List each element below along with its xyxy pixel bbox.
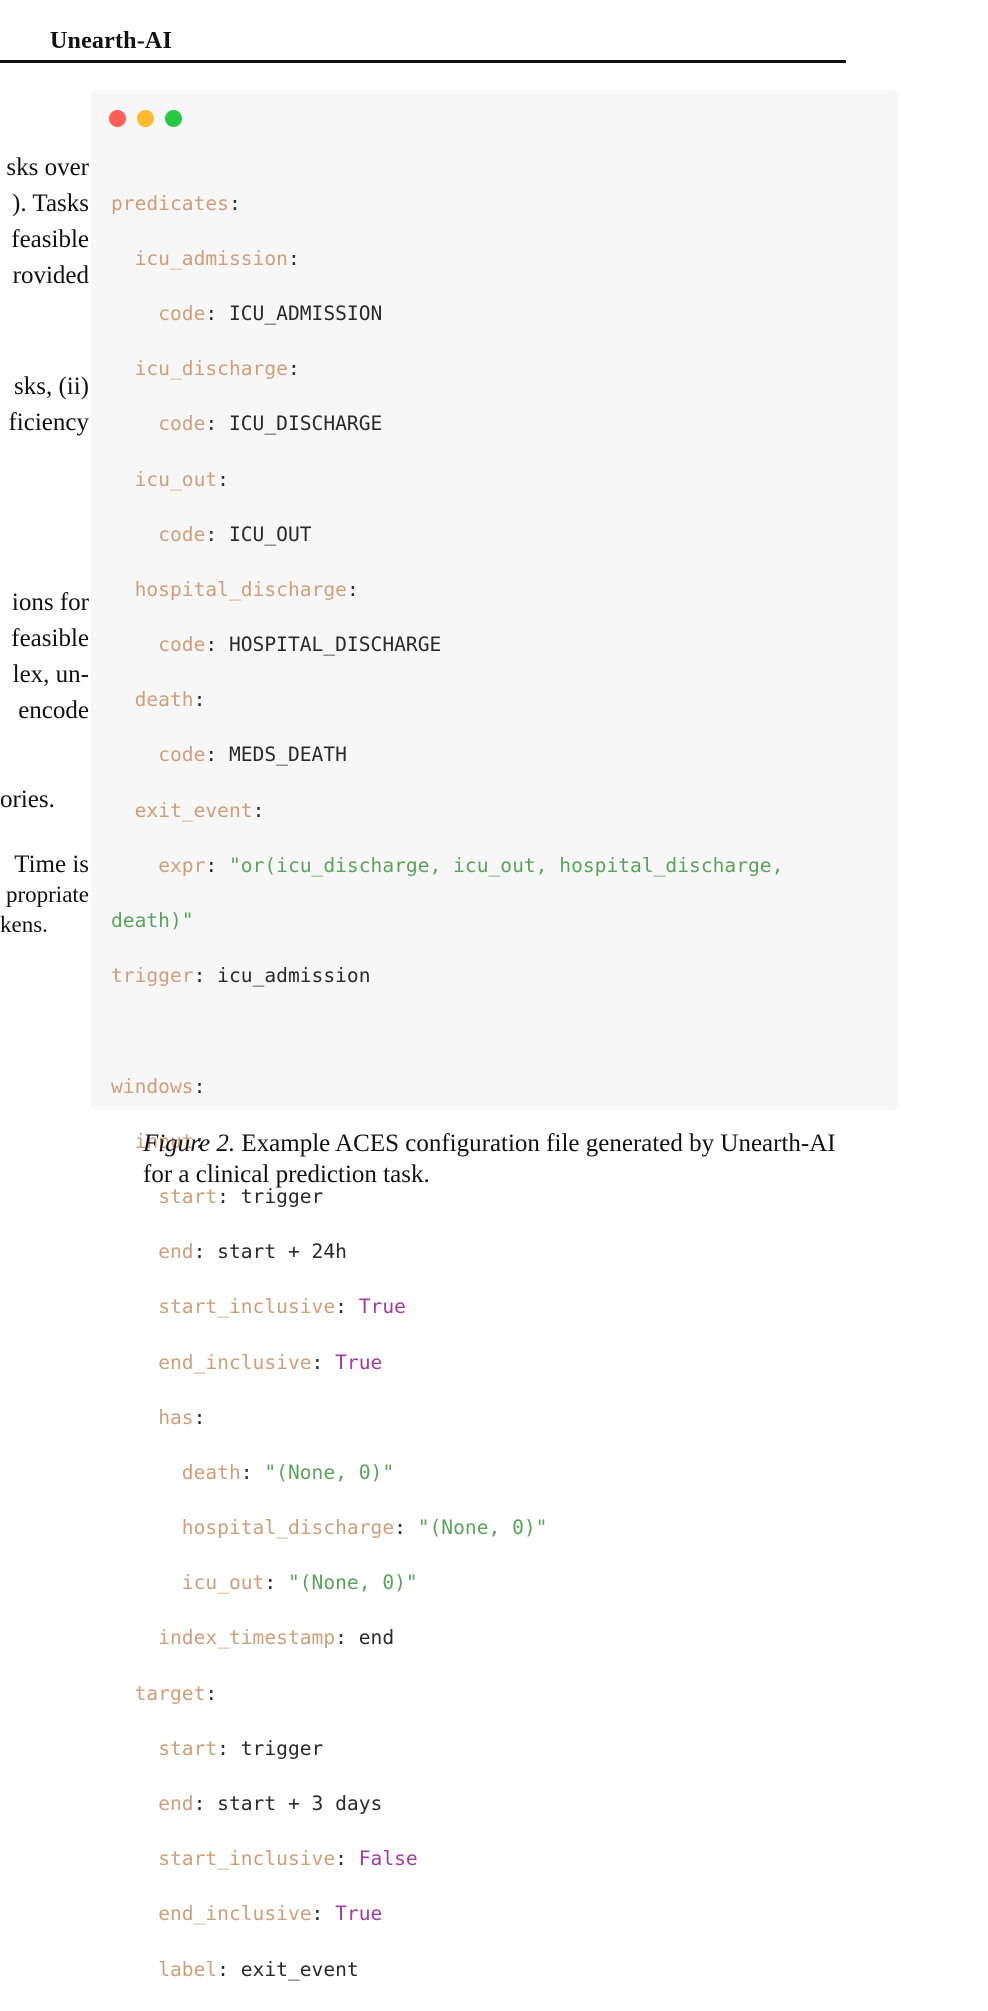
code-line: target: <box>134 1681 218 1705</box>
code-line: has: <box>158 1405 206 1429</box>
code-line: index_timestamp: end <box>158 1626 395 1650</box>
caption-text: Example ACES configuration file generate… <box>143 1130 836 1188</box>
left-text-line: Time is <box>14 851 89 878</box>
code-line: predicates: <box>111 191 241 215</box>
left-text-line: encode <box>18 697 89 724</box>
code-line: death: <box>134 688 206 712</box>
close-dot-icon <box>109 110 126 127</box>
code-line: start: trigger <box>158 1736 324 1760</box>
code-line: code: HOSPITAL_DISCHARGE <box>158 633 442 657</box>
code-line: death)" <box>111 909 194 933</box>
header-rule <box>0 60 846 63</box>
code-line: icu_out: <box>134 467 229 491</box>
left-text-block-1: sks over ). Tasks feasible rovided <box>0 150 89 294</box>
code-line: end_inclusive: True <box>158 1350 383 1374</box>
left-text-line: ). Tasks <box>12 190 89 217</box>
left-text-line: sks, (ii) <box>14 373 89 400</box>
figure-label: Figure 2. <box>143 1130 236 1157</box>
code-line: end: start + 24h <box>158 1240 347 1264</box>
figure-caption: Figure 2. Example ACES configuration fil… <box>143 1128 863 1190</box>
left-text-line: ficiency <box>8 409 89 436</box>
code-line: hospital_discharge: <box>134 577 359 601</box>
left-text-line: sks over <box>6 154 89 181</box>
left-text-line: kens. <box>0 912 48 937</box>
code-line: expr: "or(icu_discharge, icu_out, hospit… <box>158 853 784 877</box>
code-line: trigger: icu_admission <box>111 964 371 988</box>
code-line: code: MEDS_DEATH <box>158 743 347 767</box>
left-text-line: ions for <box>11 589 89 616</box>
code-line: exit_event: <box>134 798 265 822</box>
code-line: label: exit_event <box>158 1957 359 1981</box>
left-text-line: ories. <box>0 786 55 813</box>
running-header-title: Unearth-AI <box>50 28 172 54</box>
code-line: icu_discharge: <box>134 357 300 381</box>
maximize-dot-icon <box>165 110 182 127</box>
left-text-line: feasible <box>11 226 89 253</box>
code-line: icu_out: "(None, 0)" <box>181 1571 418 1595</box>
code-line: windows: <box>111 1074 206 1098</box>
code-line: end_inclusive: True <box>158 1902 383 1926</box>
left-text-line: propriate <box>5 882 89 907</box>
code-line: code: ICU_DISCHARGE <box>158 412 383 436</box>
left-text-line: lex, un- <box>12 661 89 688</box>
left-text-line: rovided <box>12 262 89 289</box>
minimize-dot-icon <box>137 110 154 127</box>
code-line: death: "(None, 0)" <box>181 1460 395 1484</box>
code-line: end: start + 3 days <box>158 1792 383 1816</box>
left-text-block-4: ories. <box>0 782 89 818</box>
code-line: hospital_discharge: "(None, 0)" <box>181 1516 548 1540</box>
code-line: icu_admission: <box>134 246 300 270</box>
left-text-line: feasible <box>11 625 89 652</box>
left-text-block-2: sks, (ii) ficiency <box>0 369 89 441</box>
code-line: code: ICU_OUT <box>158 522 312 546</box>
code-line: start_inclusive: True <box>158 1295 406 1319</box>
left-text-block-5: Time is propriate kens. <box>0 850 89 940</box>
code-line: start_inclusive: False <box>158 1847 418 1871</box>
left-text-block-3: ions for feasible lex, un- encode <box>0 585 89 729</box>
yaml-code-block: predicates: icu_admission: code: ICU_ADM… <box>111 162 783 2011</box>
code-line: code: ICU_ADMISSION <box>158 301 383 325</box>
